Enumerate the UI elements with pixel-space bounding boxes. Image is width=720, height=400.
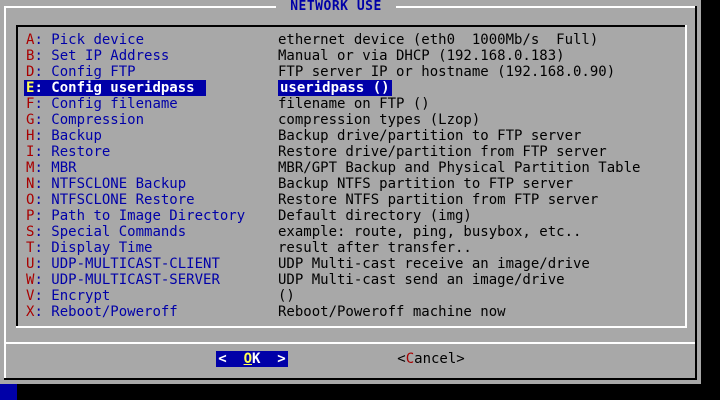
menu-item-h[interactable]: H: Backup Backup drive/partition to FTP s… [24, 128, 674, 144]
menu-item-label: : Compression [34, 112, 145, 128]
background-corner [0, 384, 17, 400]
cancel-label-rest: ancel [414, 351, 457, 367]
menu-item-label: : UDP-MULTICAST-SERVER [34, 272, 220, 288]
button-separator [6, 342, 695, 344]
menu-item-label: : Encrypt [34, 288, 111, 304]
menu-item-label: : Backup [34, 128, 102, 144]
menu-item-description: Manual or via DHCP (192.168.0.183) [278, 48, 565, 64]
menu-item-description: MBR/GPT Backup and Physical Partition Ta… [278, 160, 641, 176]
dialog-frame-right [695, 6, 697, 380]
menu-item-label: : Config filename [34, 96, 178, 112]
ok-button[interactable]: < OK > [216, 351, 288, 367]
menu-item-label: : NTFSCLONE Restore [34, 192, 195, 208]
menu-item-b[interactable]: B: Set IP Address Manual or via DHCP (192… [24, 48, 674, 64]
menu-item-tag: A: Pick device [24, 32, 266, 48]
menu-item-description: UDP Multi-cast send an image/drive [278, 272, 565, 288]
menu-item-description: ethernet device (eth0 1000Mb/s Full) [278, 32, 599, 48]
menu-item-description: FTP server IP or hostname (192.168.0.90) [278, 64, 616, 80]
menu-item-label: : MBR [34, 160, 77, 176]
menu-item-tag: W: UDP-MULTICAST-SERVER [24, 272, 266, 288]
menu-item-description: useridpass () [278, 80, 392, 96]
dialog-frame-bottom [4, 378, 697, 380]
menu-item-description: Restore drive/partition from FTP server [278, 144, 607, 160]
menu-item-label: : Reboot/Poweroff [34, 304, 178, 320]
menu-item-description: example: route, ping, busybox, etc.. [278, 224, 582, 240]
ok-accelerator: O [243, 351, 252, 367]
menu-item-tag: M: MBR [24, 160, 266, 176]
menu-item-description: Backup NTFS partition to FTP server [278, 176, 574, 192]
network-use-dialog: NETWORK USE A: Pick device ethernet devic… [0, 0, 701, 384]
menu-item-tag: N: NTFSCLONE Backup [24, 176, 266, 192]
menu-item-tag: B: Set IP Address [24, 48, 266, 64]
menu-item-description: compression types (Lzop) [278, 112, 481, 128]
menu-item-label: : Restore [34, 144, 111, 160]
cancel-bracket-open: < [397, 351, 406, 367]
menu-item-tag: F: Config filename [24, 96, 266, 112]
menu-item-description: result after transfer.. [278, 240, 472, 256]
menu-item-tag: X: Reboot/Poweroff [24, 304, 266, 320]
menu-item-label: : Set IP Address [34, 48, 170, 64]
menu-frame-bottom [16, 326, 687, 328]
menu-item-o[interactable]: O: NTFSCLONE Restore Restore NTFS partiti… [24, 192, 674, 208]
menu-item-t[interactable]: T: Display Time result after transfer.. [24, 240, 674, 256]
menu-item-tag: O: NTFSCLONE Restore [24, 192, 266, 208]
menu-item-m[interactable]: M: MBR MBR/GPT Backup and Physical Partit… [24, 160, 674, 176]
menu-item-a[interactable]: A: Pick device ethernet device (eth0 1000… [24, 32, 674, 48]
menu-item-e[interactable]: E: Config useridpass useridpass () [24, 80, 674, 96]
menu-item-description: Default directory (img) [278, 208, 472, 224]
menu-item-label: : Path to Image Directory [34, 208, 246, 224]
menu-item-label: : Pick device [34, 32, 145, 48]
menu-item-tag: U: UDP-MULTICAST-CLIENT [24, 256, 266, 272]
menu-item-label: : Special Commands [34, 224, 187, 240]
menu-item-description: () [278, 288, 295, 304]
menu-item-n[interactable]: N: NTFSCLONE Backup Backup NTFS partition… [24, 176, 674, 192]
menu-item-description: Backup drive/partition to FTP server [278, 128, 582, 144]
menu-item-d[interactable]: D: Config FTP FTP server IP or hostname (… [24, 64, 674, 80]
terminal-screen: NETWORK USE A: Pick device ethernet devic… [0, 0, 720, 400]
menu-item-tag: H: Backup [24, 128, 266, 144]
menu-frame-top [16, 25, 687, 27]
menu-item-label: : UDP-MULTICAST-CLIENT [34, 256, 220, 272]
menu-item-g[interactable]: G: Compression compression types (Lzop) [24, 112, 674, 128]
menu-frame-right [685, 25, 687, 328]
cancel-accelerator: C [405, 351, 415, 367]
menu-item-description: Restore NTFS partition from FTP server [278, 192, 599, 208]
ok-bracket-close: > [260, 351, 286, 367]
menu-item-i[interactable]: I: Restore Restore drive/partition from F… [24, 144, 674, 160]
dialog-frame-left [4, 6, 6, 380]
menu-item-tag: D: Config FTP [24, 64, 266, 80]
menu-item-description: Reboot/Poweroff machine now [278, 304, 506, 320]
menu-item-u[interactable]: U: UDP-MULTICAST-CLIENT UDP Multi-cast re… [24, 256, 674, 272]
menu-item-label: : NTFSCLONE Backup [34, 176, 187, 192]
menu-item-f[interactable]: F: Config filename filename on FTP () [24, 96, 674, 112]
menu-item-label: : Config FTP [34, 64, 136, 80]
menu-item-tag: I: Restore [24, 144, 266, 160]
menu-item-label: : Config useridpass [34, 80, 195, 96]
dialog-title: NETWORK USE [276, 0, 396, 14]
cancel-bracket-close: > [456, 351, 465, 367]
cancel-button[interactable]: <Cancel> [395, 351, 467, 367]
menu-item-description: UDP Multi-cast receive an image/drive [278, 256, 590, 272]
ok-bracket-open: < [218, 351, 244, 367]
menu-item-tag: S: Special Commands [24, 224, 266, 240]
menu-item-w[interactable]: W: UDP-MULTICAST-SERVER UDP Multi-cast se… [24, 272, 674, 288]
menu-item-v[interactable]: V: Encrypt () [24, 288, 674, 304]
menu-item-tag: P: Path to Image Directory [24, 208, 266, 224]
menu-item-tag: E: Config useridpass [24, 80, 206, 96]
menu-item-tag: V: Encrypt [24, 288, 266, 304]
menu-frame-left [16, 25, 18, 328]
menu-item-description: filename on FTP () [278, 96, 430, 112]
menu-item-tag: T: Display Time [24, 240, 266, 256]
menu-item-p[interactable]: P: Path to Image Directory Default direct… [24, 208, 674, 224]
menu-item-tag: G: Compression [24, 112, 266, 128]
menu-item-x[interactable]: X: Reboot/Poweroff Reboot/Poweroff machin… [24, 304, 674, 320]
menu-item-s[interactable]: S: Special Commands example: route, ping,… [24, 224, 674, 240]
menu-item-label: : Display Time [34, 240, 153, 256]
